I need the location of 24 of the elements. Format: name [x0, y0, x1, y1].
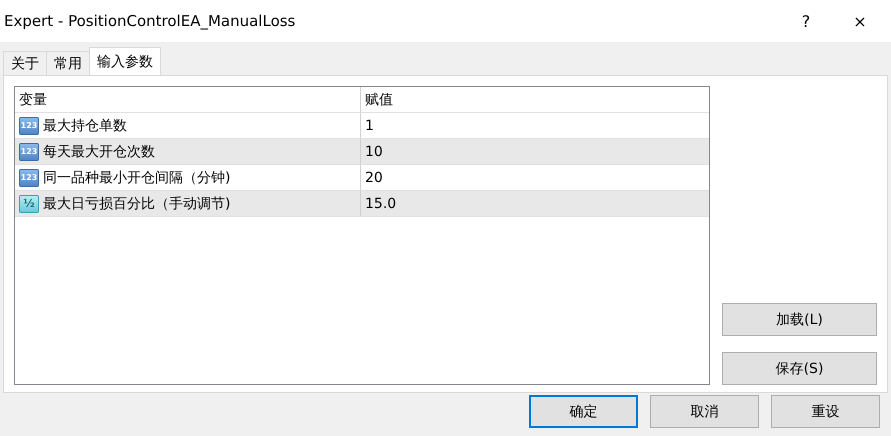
column-header[interactable]: 变量 [15, 87, 361, 112]
variable-name: 最大持仓单数 [43, 116, 127, 134]
variable-name: 每天最大开仓次数 [43, 142, 155, 160]
close-button[interactable]: × [837, 0, 883, 42]
dialog-button[interactable]: 重设 [771, 395, 880, 428]
value-cell[interactable]: 20 [365, 170, 383, 186]
number-type-icon: 123 [19, 168, 39, 186]
dialog-button[interactable]: 取消 [650, 395, 759, 428]
variable-name: 同一品种最小开仓间隔（分钟) [43, 168, 230, 186]
dialog-button[interactable]: 确定 [529, 395, 638, 428]
tab[interactable]: 输入参数 [89, 47, 161, 75]
help-button[interactable]: ? [783, 0, 829, 42]
value-cell[interactable]: 15.0 [365, 196, 396, 212]
side-button[interactable]: 保存(S) [722, 352, 877, 385]
tab[interactable]: 关于 [3, 51, 47, 75]
value-cell[interactable]: 10 [365, 144, 383, 160]
number-type-icon: 123 [19, 142, 39, 160]
number-type-icon: ½ [19, 194, 39, 212]
column-header[interactable]: 赋值 [361, 87, 709, 112]
value-cell[interactable]: 1 [365, 118, 374, 134]
variable-name: 最大日亏损百分比（手动调节) [43, 194, 230, 212]
window-title: Expert - PositionControlEA_ManualLoss [4, 12, 296, 30]
number-type-icon: 123 [19, 116, 39, 134]
side-button[interactable]: 加载(L) [722, 303, 877, 336]
